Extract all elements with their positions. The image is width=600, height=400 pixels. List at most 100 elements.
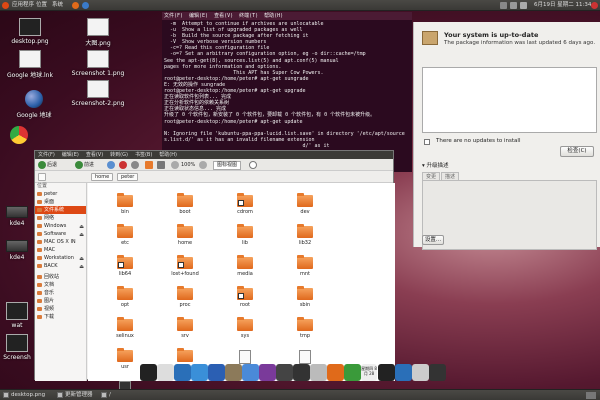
terminal-output[interactable]: -m Attempt to continue if archives are u…: [162, 20, 412, 150]
tux-icon[interactable]: [293, 364, 310, 381]
menu-applications[interactable]: 应用程序: [12, 1, 34, 10]
eject-icon[interactable]: ⏏: [79, 263, 84, 271]
sidebar-item[interactable]: 下载: [35, 313, 86, 321]
desktop-icon-wat[interactable]: wat: [0, 302, 34, 329]
terminal-menu-file[interactable]: 文件(F): [164, 13, 183, 19]
clock-icon[interactable]: [378, 364, 395, 381]
desktop-icon-chrome[interactable]: [6, 126, 32, 146]
desktop-icon-google-earth-lnk[interactable]: Google 地球.lnk: [0, 50, 60, 79]
desktop-icon-big-png[interactable]: 大图.png: [68, 18, 128, 47]
back-button[interactable]: 后退: [47, 161, 57, 169]
computer-icon[interactable]: [157, 161, 165, 169]
fm-menu-file[interactable]: 文件(F): [38, 152, 55, 158]
desktop-icon-kde4-a[interactable]: kde4: [0, 200, 34, 227]
taskbar-item-root[interactable]: /: [100, 391, 111, 400]
network-icon[interactable]: [500, 2, 507, 9]
check-button[interactable]: 检查(C): [560, 146, 594, 157]
folder-item[interactable]: bin: [96, 193, 154, 215]
desktop-icon-kde4-b[interactable]: kde4: [0, 234, 34, 261]
sidebar-item[interactable]: peter: [35, 190, 86, 198]
terminal-menu-terminal[interactable]: 终端(T): [239, 13, 258, 19]
settings-icon[interactable]: [412, 364, 429, 381]
sidebar-item[interactable]: Workstation ⏏: [35, 254, 86, 262]
back-arrow-icon[interactable]: [38, 161, 46, 169]
desktop-icon-screenshot[interactable]: Screensh: [0, 334, 34, 361]
up-arrow-icon[interactable]: [107, 161, 115, 169]
earth-icon[interactable]: [191, 364, 208, 381]
sidebar-item[interactable]: MAC: [35, 246, 86, 254]
folder-item[interactable]: sys: [216, 317, 274, 339]
volume-icon[interactable]: [510, 2, 517, 9]
sidebar-item[interactable]: 文件系统: [35, 206, 86, 214]
forward-arrow-icon[interactable]: [75, 161, 83, 169]
sidebar-item[interactable]: 文档: [35, 281, 86, 289]
folder-item[interactable]: lost+found: [156, 255, 214, 277]
stop-icon[interactable]: [119, 161, 127, 169]
fm-menu-go[interactable]: 转到(G): [110, 152, 128, 158]
terminal-menu-view[interactable]: 查看(V): [214, 13, 233, 19]
globe2-icon[interactable]: [395, 364, 412, 381]
folder-item[interactable]: lib64: [96, 255, 154, 277]
sidebar-item[interactable]: 网络: [35, 214, 86, 222]
terminal-window[interactable]: 文件(F) 编辑(E) 查看(V) 终端(T) 帮助(H) -m Attempt to …: [162, 12, 412, 172]
menu-system[interactable]: 系统: [52, 1, 63, 10]
path-crumb-peter[interactable]: peter: [117, 173, 139, 181]
folder-item[interactable]: srv: [156, 317, 214, 339]
clock[interactable]: 6月19日 星期二 11:34: [534, 1, 591, 10]
reload-icon[interactable]: [131, 161, 139, 169]
desktop-icon-screenshot-2[interactable]: Screenshot-2.png: [68, 80, 128, 107]
folder-item[interactable]: sbin: [276, 286, 334, 308]
path-crumb-home[interactable]: home: [91, 173, 114, 181]
desktop-icon-screenshot-1[interactable]: Screenshot 1.png: [68, 50, 128, 77]
fm-menu-help[interactable]: 帮助(H): [159, 152, 177, 158]
description-expander[interactable]: ▾ 升级描述: [422, 161, 449, 169]
sidebar-item[interactable]: 回收站: [35, 273, 86, 281]
update-list[interactable]: [422, 67, 597, 133]
help-launcher-icon[interactable]: [82, 2, 89, 9]
ubuntu-logo-icon[interactable]: [2, 2, 9, 9]
terminal-menu-edit[interactable]: 编辑(E): [189, 13, 208, 19]
folder-item[interactable]: media: [216, 255, 274, 277]
gimp-icon[interactable]: [225, 364, 242, 381]
zoom-out-icon[interactable]: [171, 161, 179, 169]
folder-item[interactable]: lib: [216, 224, 274, 246]
sidebar-item[interactable]: 图片: [35, 297, 86, 305]
movie-icon[interactable]: [276, 364, 293, 381]
moon-icon[interactable]: [429, 364, 446, 381]
folder-item[interactable]: cdrom: [216, 193, 274, 215]
sidebar-item[interactable]: Software ⏏: [35, 230, 86, 238]
taskbar-item-desktop-png[interactable]: desktop.png: [2, 391, 45, 400]
terminal-menu-help[interactable]: 帮助(H): [264, 13, 283, 19]
sidebar-item[interactable]: 桌面: [35, 198, 86, 206]
menu-places[interactable]: 位置: [36, 1, 47, 10]
sidebar-item[interactable]: BACK ⏏: [35, 262, 86, 270]
firefox-icon[interactable]: [327, 364, 344, 381]
workspace-switcher[interactable]: [586, 392, 596, 399]
folder-item[interactable]: dev: [276, 193, 334, 215]
purple-app-icon[interactable]: [259, 364, 276, 381]
folder-item[interactable]: proc: [156, 286, 214, 308]
settings-button[interactable]: 设置...: [422, 235, 444, 245]
path-toggle-icon[interactable]: [38, 173, 46, 181]
desktop-icon-google-earth[interactable]: Google 地球: [4, 90, 64, 119]
calendar-icon[interactable]: 星期四 8月 28: [361, 364, 377, 381]
folder-item[interactable]: boot: [156, 193, 214, 215]
globe-icon[interactable]: [174, 364, 191, 381]
folder-item[interactable]: root: [216, 286, 274, 308]
folder-item[interactable]: lib32: [276, 224, 334, 246]
taskbar-item-update-manager[interactable]: 更新管理器: [56, 391, 93, 400]
camera-icon[interactable]: [157, 364, 174, 381]
tab-changes[interactable]: 变更: [422, 172, 441, 180]
folder-item[interactable]: mnt: [276, 255, 334, 277]
file-icon-view[interactable]: bin boot cdrom dev etc home lib lib32 lib64 lost+…: [88, 183, 395, 400]
firefox-launcher-icon[interactable]: [72, 2, 79, 9]
word-icon[interactable]: [208, 364, 225, 381]
power-icon[interactable]: [591, 2, 598, 9]
folder-item[interactable]: opt: [96, 286, 154, 308]
sidebar-item[interactable]: 视频: [35, 305, 86, 313]
folder-item[interactable]: etc: [96, 224, 154, 246]
sidebar-item[interactable]: MAC OS X IN: [35, 238, 86, 246]
folder-item[interactable]: selinux: [96, 317, 154, 339]
trash-icon[interactable]: [310, 364, 327, 381]
select-all-checkbox[interactable]: [424, 139, 430, 145]
